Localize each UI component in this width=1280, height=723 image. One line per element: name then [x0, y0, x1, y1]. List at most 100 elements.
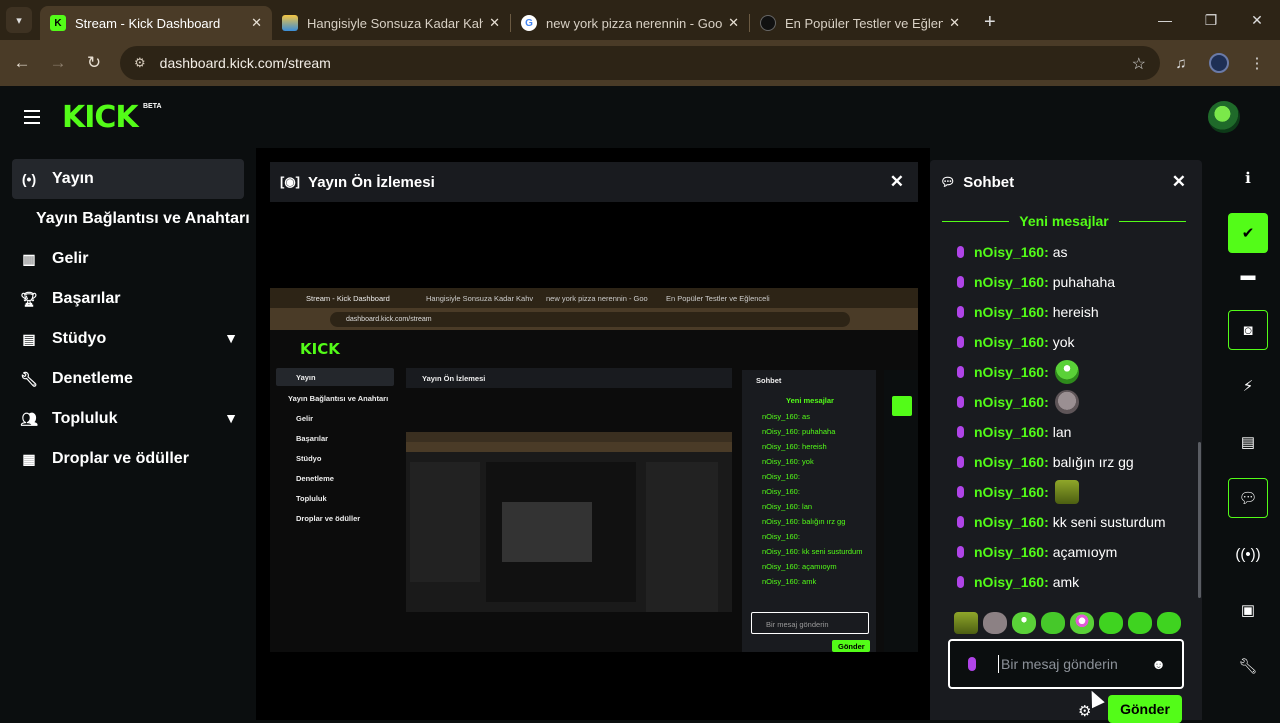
sidebar-item-topluluk[interactable]: 👥︎ Topluluk ▼	[12, 399, 244, 439]
chat-username[interactable]: nOisy_160	[974, 424, 1044, 440]
preview-toggle-icon[interactable]: ◙	[1228, 310, 1268, 350]
mini-side-item: Topluluk	[296, 494, 327, 503]
kick-logo[interactable]: KICK	[62, 103, 139, 133]
chat-username[interactable]: nOisy_160	[974, 574, 1044, 590]
sidebar-item-label: Stüdyo	[52, 330, 107, 347]
chat-username[interactable]: nOisy_160	[974, 304, 1044, 320]
chat-message[interactable]: nOisy_160: lan	[954, 422, 1071, 442]
more-menu-icon[interactable]: ⋮	[1242, 48, 1272, 78]
preview-title: Yayın Ön İzlemesi	[308, 173, 435, 191]
chat-message-input[interactable]: Bir mesaj gönderin ☻	[948, 639, 1184, 689]
chat-username[interactable]: nOisy_160	[974, 394, 1044, 410]
angry-emote-icon[interactable]	[954, 612, 978, 634]
reload-icon[interactable]: ↻	[76, 45, 112, 81]
hamburger-menu-icon[interactable]	[24, 110, 40, 124]
browser-tab-kick-dashboard[interactable]: K Stream - Kick Dashboard ✕	[40, 6, 272, 40]
hippo-emote-icon[interactable]	[983, 612, 1007, 634]
hippo-emote-icon[interactable]	[1054, 390, 1079, 414]
chat-username[interactable]: nOisy_160	[974, 484, 1044, 500]
studio-icon: ▤	[22, 330, 36, 347]
sidebar-item-studyo[interactable]: ▤ Stüdyo ▼	[12, 319, 244, 359]
chat-message[interactable]: nOisy_160: açamıoym	[954, 542, 1117, 562]
new-tab-icon[interactable]: +	[984, 11, 996, 34]
happy-emote-icon[interactable]	[1157, 612, 1181, 634]
lightning-icon[interactable]: ⚡︎	[1228, 366, 1268, 406]
close-chat-icon[interactable]: ✕	[1172, 172, 1186, 192]
chat-message[interactable]: nOisy_160: hereish	[954, 302, 1099, 322]
chat-bubble-icon: 💬︎	[940, 175, 956, 189]
smile-emote-icon[interactable]	[1099, 612, 1123, 634]
chat-message[interactable]: nOisy_160:	[954, 390, 1079, 414]
site-info-icon[interactable]: ⚙	[134, 55, 146, 71]
media-control-icon[interactable]: ♫	[1166, 48, 1196, 78]
sidebar-subitem-stream-key[interactable]: Yayın Bağlantısı ve Anahtarı	[36, 210, 250, 228]
address-bar[interactable]: ⚙ dashboard.kick.com/stream ☆	[120, 46, 1160, 80]
browser-tab-quiz[interactable]: Hangisiyle Sonsuza Kadar Kahv ✕	[272, 6, 510, 40]
chat-username[interactable]: nOisy_160	[974, 244, 1044, 260]
frog-emote-icon[interactable]	[1012, 612, 1036, 634]
quiz-favicon-icon	[282, 15, 298, 31]
chat-username[interactable]: nOisy_160	[974, 514, 1044, 530]
chat-message[interactable]: nOisy_160: as	[954, 242, 1068, 262]
angel-emote-icon[interactable]	[1041, 612, 1065, 634]
minus-icon[interactable]: ▬	[1228, 255, 1268, 295]
sidebar-item-yayin[interactable]: (•) Yayın	[12, 159, 244, 199]
chat-message-text: balığın ırz gg	[1052, 454, 1134, 470]
notes-icon[interactable]: ▤	[1228, 422, 1268, 462]
chevron-down-icon[interactable]: ▼	[224, 330, 238, 346]
checkmark-icon[interactable]: ✔	[1228, 213, 1268, 253]
back-icon[interactable]: ←	[4, 45, 40, 81]
browser-tab-google[interactable]: G new york pizza nerennin - Goog ✕	[511, 6, 749, 40]
minimize-icon[interactable]: —	[1142, 0, 1188, 40]
mini-chat-msg: nOisy_160: lan	[762, 502, 813, 511]
browser-tab-quiz-site[interactable]: En Popüler Testler ve Eğlenceli ✕	[750, 6, 970, 40]
frog-emote-icon[interactable]	[1054, 360, 1079, 384]
emoji-picker-icon[interactable]: ☻	[1151, 656, 1166, 672]
close-tab-icon[interactable]: ✕	[489, 15, 500, 31]
chat-message[interactable]: nOisy_160: amk	[954, 572, 1079, 592]
chat-panel: 💬︎ Sohbet ✕ Yeni mesajlar nOisy_160: as n…	[930, 160, 1202, 723]
forward-icon[interactable]: →	[40, 45, 76, 81]
beta-badge: BETA	[143, 103, 162, 110]
user-avatar[interactable]	[1208, 101, 1240, 133]
wrench-icon[interactable]: 🔧︎	[1228, 646, 1268, 686]
close-window-icon[interactable]: ✕	[1234, 0, 1280, 40]
info-icon[interactable]: ℹ	[1228, 158, 1268, 198]
mini-preview-title: Yayın Ön İzlemesi	[422, 374, 486, 383]
chat-message[interactable]: nOisy_160: balığın ırz gg	[954, 452, 1134, 472]
bookmark-star-icon[interactable]: ☆	[1132, 54, 1146, 74]
close-tab-icon[interactable]: ✕	[251, 15, 262, 31]
chat-username[interactable]: nOisy_160	[974, 544, 1044, 560]
chat-message[interactable]: nOisy_160: kk seni susturdum	[954, 512, 1166, 532]
chat-username[interactable]: nOisy_160	[974, 274, 1044, 290]
chat-message[interactable]: nOisy_160: yok	[954, 332, 1075, 352]
grin-emote-icon[interactable]	[1128, 612, 1152, 634]
layout-icon[interactable]: ▣	[1228, 590, 1268, 630]
stream-preview-video[interactable]: Stream - Kick Dashboard Hangisiyle Sonsu…	[270, 288, 918, 652]
tab-title: Hangisiyle Sonsuza Kadar Kahv	[307, 15, 484, 31]
send-button[interactable]: Gönder	[1108, 695, 1182, 723]
chat-message[interactable]: nOisy_160:	[954, 480, 1079, 504]
mic-badge-icon	[954, 244, 966, 260]
sidebar-item-denetleme[interactable]: 🔧︎ Denetleme	[12, 359, 244, 399]
chat-scrollbar[interactable]	[1198, 442, 1201, 598]
chat-toggle-icon[interactable]: 💬︎	[1228, 478, 1268, 518]
chevron-down-icon[interactable]: ▼	[224, 410, 238, 426]
close-tab-icon[interactable]: ✕	[949, 15, 960, 31]
sidebar-item-gelir[interactable]: ▥ Gelir	[12, 239, 244, 279]
chat-message[interactable]: nOisy_160:	[954, 360, 1079, 384]
tab-search-button[interactable]: ▾	[6, 7, 32, 33]
clown-emote-icon[interactable]	[1070, 612, 1094, 634]
close-preview-icon[interactable]: ✕	[890, 172, 904, 192]
broadcast-toggle-icon[interactable]: ((•))	[1228, 534, 1268, 574]
chat-username[interactable]: nOisy_160	[974, 454, 1044, 470]
sidebar-item-basarilar[interactable]: 🏆︎ Başarılar	[12, 279, 244, 319]
angry-emote-icon[interactable]	[1054, 480, 1079, 504]
sidebar-item-droplar[interactable]: ▦ Droplar ve ödüller	[12, 439, 244, 479]
chat-message[interactable]: nOisy_160: puhahaha	[954, 272, 1115, 292]
close-tab-icon[interactable]: ✕	[728, 15, 739, 31]
chat-username[interactable]: nOisy_160	[974, 334, 1044, 350]
profile-icon[interactable]	[1204, 48, 1234, 78]
restore-icon[interactable]: ❐	[1188, 0, 1234, 40]
chat-username[interactable]: nOisy_160	[974, 364, 1044, 380]
